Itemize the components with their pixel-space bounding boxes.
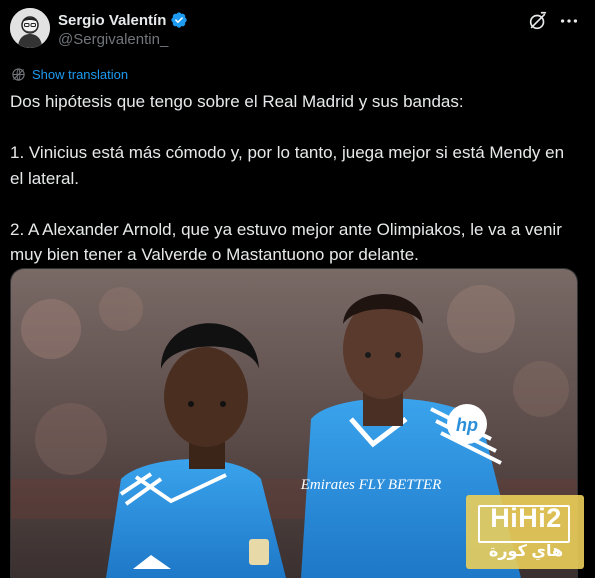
grok-icon[interactable] (527, 10, 549, 32)
tweet-paragraph: 1. Vinicius está más cómodo y, por lo ta… (10, 143, 565, 188)
tweet-paragraph: 2. A Alexander Arnold, que ya estuvo mej… (10, 219, 562, 265)
tweet-header: Sergio Valentín @Sergivalentin_ (0, 0, 595, 62)
globe-icon (12, 68, 25, 81)
avatar[interactable] (10, 8, 50, 48)
watermark-line1: HiHi2 (490, 503, 562, 533)
verified-badge-icon (170, 11, 188, 29)
watermark-badge: HiHi2 هاي كورة (466, 495, 584, 569)
author-handle[interactable]: @Sergivalentin_ (58, 31, 168, 48)
show-translation-link[interactable]: Show translation (11, 67, 128, 82)
tweet-text: Dos hipótesis que tengo sobre el Real Ma… (10, 89, 580, 268)
author-name-row[interactable]: Sergio Valentín (58, 11, 188, 29)
author-display-name[interactable]: Sergio Valentín (58, 12, 166, 29)
watermark-line2: هاي كورة (488, 543, 564, 560)
more-dots-icon[interactable] (558, 10, 580, 32)
tweet-paragraph: Dos hipótesis que tengo sobre el Real Ma… (10, 92, 464, 111)
jersey-text: Emirates FLY BETTER (300, 477, 442, 493)
show-translation-label[interactable]: Show translation (32, 67, 128, 82)
avatar-illustration (10, 8, 50, 48)
jersey-sponsor-logo: hp (456, 415, 478, 435)
